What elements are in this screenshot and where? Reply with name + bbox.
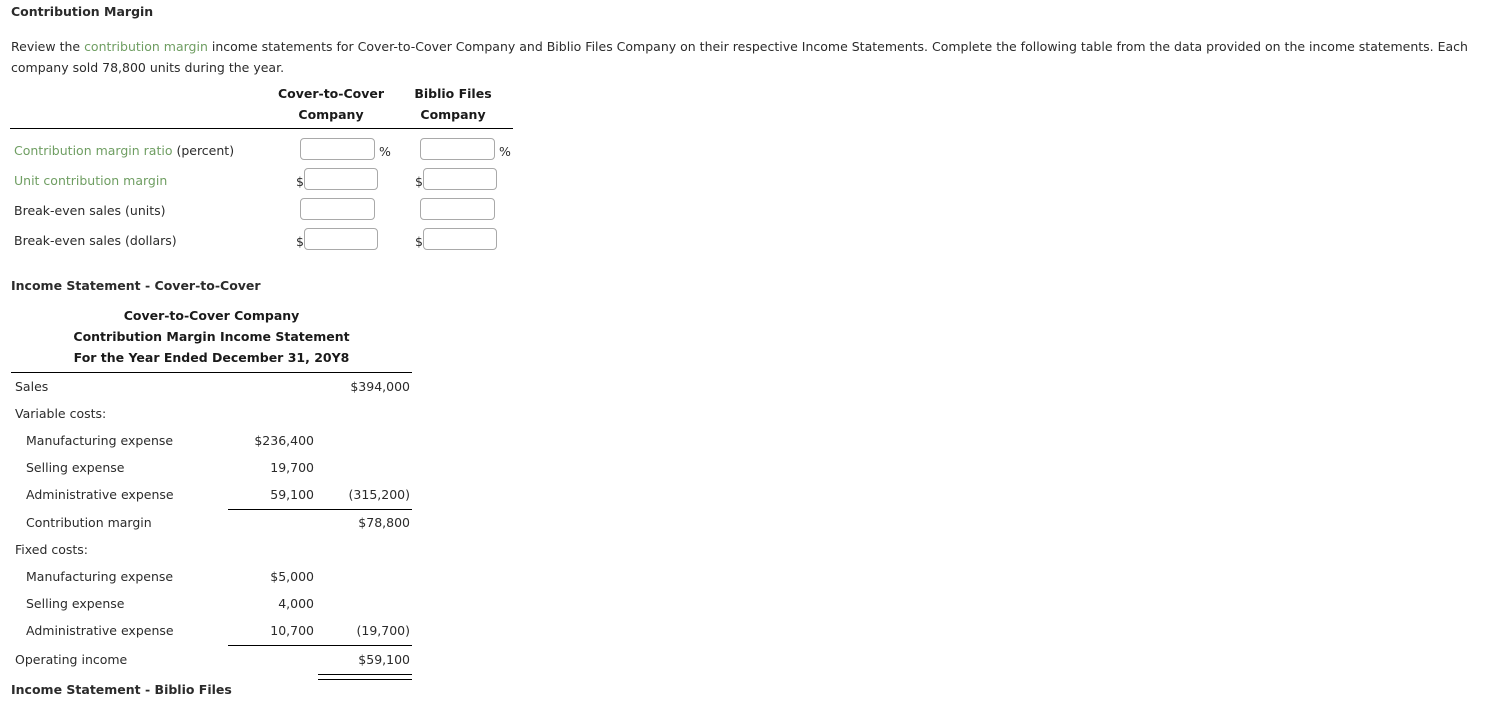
input-bf-contribution-margin-ratio[interactable] bbox=[420, 138, 495, 160]
intro-paragraph: Review the contribution margin income st… bbox=[11, 36, 1483, 78]
subtotal-rule-fixed-costs bbox=[228, 645, 412, 646]
statement-row-sales: Sales $394,000 bbox=[0, 379, 430, 406]
dollar-prefix-bf: $ bbox=[415, 234, 423, 249]
row-label-break-even-sales-dollars: Break-even sales (dollars) bbox=[14, 233, 177, 248]
page-title: Contribution Margin bbox=[11, 4, 154, 19]
column-header-ctc-line1: Cover-to-Cover bbox=[277, 86, 385, 101]
input-ctc-break-even-sales-dollars[interactable] bbox=[304, 228, 378, 250]
statement-row-fixed-manufacturing-expense: Manufacturing expense $5,000 bbox=[0, 569, 430, 596]
section-title-income-statement-cover-to-cover: Income Statement - Cover-to-Cover bbox=[11, 278, 261, 293]
statement-row-fixed-selling-expense: Selling expense 4,000 bbox=[0, 596, 430, 623]
dollar-prefix-ctc: $ bbox=[296, 234, 304, 249]
statement-row-label: Administrative expense bbox=[26, 487, 174, 502]
column-header-bf-line2: Company bbox=[420, 107, 486, 122]
input-bf-break-even-sales-units[interactable] bbox=[420, 198, 495, 220]
statement-row-col1: 10,700 bbox=[270, 623, 314, 638]
percent-suffix-ctc: % bbox=[379, 144, 391, 159]
statement-row-label: Manufacturing expense bbox=[26, 569, 174, 584]
statement-title-type: Contribution Margin Income Statement bbox=[73, 329, 350, 344]
column-header-ctc-line2: Company bbox=[298, 107, 364, 122]
row-label-plain-text: (percent) bbox=[172, 143, 235, 158]
entry-table-header-rule bbox=[10, 128, 513, 129]
statement-row-label: Selling expense bbox=[26, 596, 125, 611]
input-bf-break-even-sales-dollars[interactable] bbox=[423, 228, 497, 250]
column-header-bf-line1: Biblio Files bbox=[414, 86, 492, 101]
statement-row-col1: 59,100 bbox=[270, 487, 314, 502]
statement-row-variable-costs-header: Variable costs: bbox=[0, 406, 430, 433]
statement-row-col1: 4,000 bbox=[278, 596, 314, 611]
column-header-cover-to-cover: Cover-to-Cover Company bbox=[261, 86, 401, 122]
input-bf-unit-contribution-margin[interactable] bbox=[423, 168, 497, 190]
input-ctc-contribution-margin-ratio[interactable] bbox=[300, 138, 375, 160]
statement-row-col2: (19,700) bbox=[356, 623, 411, 638]
statement-row-col2: $78,800 bbox=[358, 515, 410, 530]
statement-row-col1: 19,700 bbox=[270, 460, 314, 475]
statement-row-contribution-margin: Contribution margin $78,800 bbox=[0, 515, 430, 542]
statement-row-label: Fixed costs: bbox=[15, 542, 89, 557]
row-label-green-text[interactable]: Unit contribution margin bbox=[14, 173, 167, 188]
section-title-income-statement-biblio-files: Income Statement - Biblio Files bbox=[11, 682, 232, 697]
dollar-prefix-bf: $ bbox=[415, 174, 423, 189]
statement-row-label: Operating income bbox=[15, 652, 128, 667]
row-label-contribution-margin-ratio: Contribution margin ratio (percent) bbox=[14, 143, 234, 158]
intro-text-before-link: Review the bbox=[11, 39, 85, 54]
row-label-break-even-sales-units: Break-even sales (units) bbox=[14, 203, 166, 218]
contribution-margin-worksheet: Contribution Margin Review the contribut… bbox=[0, 0, 1495, 702]
statement-row-col2: $394,000 bbox=[350, 379, 410, 394]
statement-header-rule bbox=[11, 372, 412, 373]
column-header-biblio-files: Biblio Files Company bbox=[396, 86, 510, 122]
total-double-rule-operating-income bbox=[318, 674, 412, 680]
statement-row-label: Variable costs: bbox=[15, 406, 107, 421]
input-ctc-unit-contribution-margin[interactable] bbox=[304, 168, 378, 190]
row-label-unit-contribution-margin: Unit contribution margin bbox=[14, 173, 167, 188]
row-label-plain-text: Break-even sales (units) bbox=[14, 203, 166, 218]
statement-title-company: Cover-to-Cover Company bbox=[123, 308, 300, 323]
statement-row-label: Sales bbox=[15, 379, 49, 394]
contribution-margin-link[interactable]: contribution margin bbox=[84, 39, 208, 54]
statement-title-period: For the Year Ended December 31, 20Y8 bbox=[73, 350, 350, 365]
statement-row-label: Contribution margin bbox=[26, 515, 152, 530]
statement-row-col2: $59,100 bbox=[358, 652, 410, 667]
input-ctc-break-even-sales-units[interactable] bbox=[300, 198, 375, 220]
row-label-green-text[interactable]: Contribution margin ratio bbox=[14, 143, 172, 158]
statement-row-variable-manufacturing-expense: Manufacturing expense $236,400 bbox=[0, 433, 430, 460]
statement-row-col1: $236,400 bbox=[254, 433, 314, 448]
dollar-prefix-ctc: $ bbox=[296, 174, 304, 189]
intro-text-after-link: income statements for Cover-to-Cover Com… bbox=[11, 39, 1468, 75]
statement-row-fixed-costs-header: Fixed costs: bbox=[0, 542, 430, 569]
statement-row-variable-selling-expense: Selling expense 19,700 bbox=[0, 460, 430, 487]
row-label-plain-text: Break-even sales (dollars) bbox=[14, 233, 177, 248]
statement-row-label: Manufacturing expense bbox=[26, 433, 174, 448]
statement-row-label: Selling expense bbox=[26, 460, 125, 475]
percent-suffix-bf: % bbox=[499, 144, 511, 159]
subtotal-rule-variable-costs bbox=[228, 509, 412, 510]
statement-row-col2: (315,200) bbox=[348, 487, 410, 502]
statement-row-col1: $5,000 bbox=[270, 569, 314, 584]
statement-row-label: Administrative expense bbox=[26, 623, 174, 638]
